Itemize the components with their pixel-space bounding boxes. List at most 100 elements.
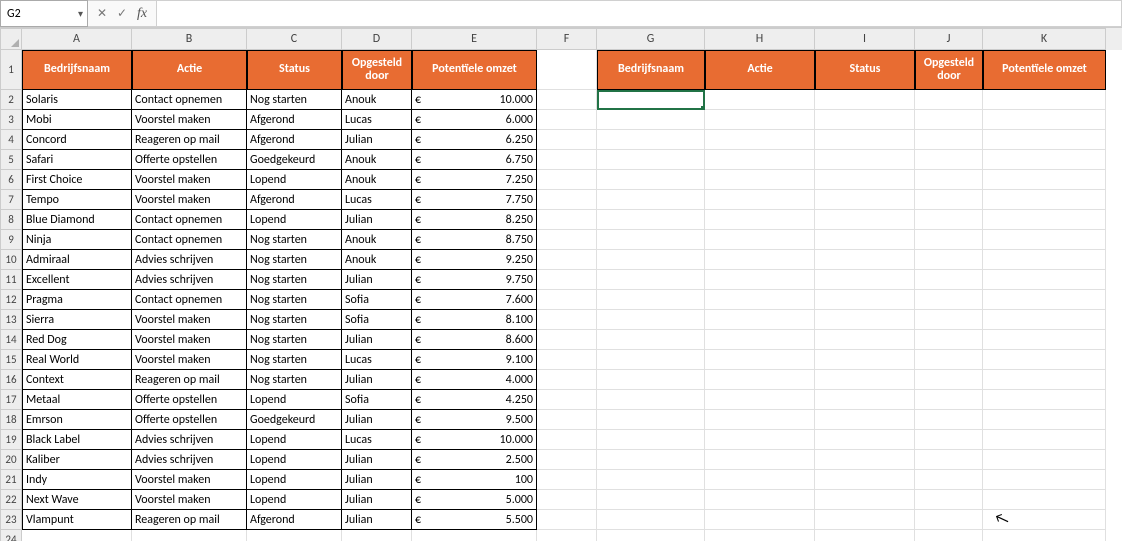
data-cell[interactable]: Nog starten: [247, 310, 342, 330]
column-header-K[interactable]: K: [983, 28, 1106, 50]
data-cell[interactable]: €4.250: [412, 390, 537, 410]
empty-cell[interactable]: [597, 190, 705, 210]
row-header-14[interactable]: 14: [0, 330, 22, 350]
empty-cell[interactable]: [705, 390, 815, 410]
empty-cell[interactable]: [537, 350, 597, 370]
empty-cell[interactable]: [537, 290, 597, 310]
data-cell[interactable]: Afgerond: [247, 130, 342, 150]
empty-cell[interactable]: [983, 230, 1106, 250]
empty-cell[interactable]: [537, 130, 597, 150]
data-cell[interactable]: Lucas: [342, 350, 412, 370]
empty-cell[interactable]: [537, 230, 597, 250]
empty-cell[interactable]: [597, 370, 705, 390]
empty-cell[interactable]: [597, 130, 705, 150]
column-header-F[interactable]: F: [537, 28, 597, 50]
empty-cell[interactable]: [815, 130, 915, 150]
data-cell[interactable]: €6.250: [412, 130, 537, 150]
empty-cell[interactable]: [815, 390, 915, 410]
data-cell[interactable]: Advies schrijven: [132, 270, 247, 290]
data-cell[interactable]: Voorstel maken: [132, 470, 247, 490]
empty-cell[interactable]: [537, 90, 597, 110]
empty-cell[interactable]: [983, 330, 1106, 350]
data-cell[interactable]: Solaris: [22, 90, 132, 110]
data-cell[interactable]: Voorstel maken: [132, 330, 247, 350]
empty-cell[interactable]: [705, 450, 815, 470]
empty-cell[interactable]: [537, 330, 597, 350]
empty-cell[interactable]: [597, 90, 705, 110]
table-header[interactable]: Actie: [705, 50, 815, 90]
empty-cell[interactable]: [537, 390, 597, 410]
column-header-G[interactable]: G: [597, 28, 705, 50]
data-cell[interactable]: Anouk: [342, 170, 412, 190]
column-header-B[interactable]: B: [132, 28, 247, 50]
data-cell[interactable]: €9.500: [412, 410, 537, 430]
empty-cell[interactable]: [915, 270, 983, 290]
data-cell[interactable]: Emrson: [22, 410, 132, 430]
data-cell[interactable]: Nog starten: [247, 250, 342, 270]
empty-cell[interactable]: [537, 530, 597, 541]
empty-cell[interactable]: [597, 290, 705, 310]
empty-cell[interactable]: [983, 170, 1106, 190]
row-header-16[interactable]: 16: [0, 370, 22, 390]
data-cell[interactable]: Afgerond: [247, 110, 342, 130]
data-cell[interactable]: €4.000: [412, 370, 537, 390]
empty-cell[interactable]: [815, 110, 915, 130]
empty-cell[interactable]: [705, 330, 815, 350]
data-cell[interactable]: Voorstel maken: [132, 350, 247, 370]
data-cell[interactable]: €6.750: [412, 150, 537, 170]
data-cell[interactable]: Anouk: [342, 250, 412, 270]
row-header-11[interactable]: 11: [0, 270, 22, 290]
row-header-22[interactable]: 22: [0, 490, 22, 510]
empty-cell[interactable]: [537, 190, 597, 210]
data-cell[interactable]: €10.000: [412, 90, 537, 110]
empty-cell[interactable]: [915, 190, 983, 210]
row-header-19[interactable]: 19: [0, 430, 22, 450]
empty-cell[interactable]: [915, 490, 983, 510]
data-cell[interactable]: Advies schrijven: [132, 450, 247, 470]
empty-cell[interactable]: [537, 150, 597, 170]
data-cell[interactable]: Excellent: [22, 270, 132, 290]
empty-cell[interactable]: [915, 250, 983, 270]
empty-cell[interactable]: [983, 110, 1106, 130]
data-cell[interactable]: Reageren op mail: [132, 510, 247, 530]
data-cell[interactable]: Mobi: [22, 110, 132, 130]
empty-cell[interactable]: [915, 170, 983, 190]
empty-cell[interactable]: [915, 150, 983, 170]
column-header-C[interactable]: C: [247, 28, 342, 50]
empty-cell[interactable]: [705, 410, 815, 430]
empty-cell[interactable]: [537, 490, 597, 510]
data-cell[interactable]: €5.500: [412, 510, 537, 530]
empty-cell[interactable]: [815, 430, 915, 450]
empty-cell[interactable]: [915, 230, 983, 250]
empty-cell[interactable]: [597, 330, 705, 350]
row-header-21[interactable]: 21: [0, 470, 22, 490]
column-header-H[interactable]: H: [705, 28, 815, 50]
data-cell[interactable]: Lucas: [342, 190, 412, 210]
row-header-4[interactable]: 4: [0, 130, 22, 150]
data-cell[interactable]: Lopend: [247, 470, 342, 490]
data-cell[interactable]: Julian: [342, 130, 412, 150]
table-header[interactable]: Opgesteld door: [342, 50, 412, 90]
empty-cell[interactable]: [342, 530, 412, 541]
table-header[interactable]: Potentïele omzet: [412, 50, 537, 90]
data-cell[interactable]: Contact opnemen: [132, 210, 247, 230]
data-cell[interactable]: Advies schrijven: [132, 250, 247, 270]
data-cell[interactable]: €8.600: [412, 330, 537, 350]
empty-cell[interactable]: [705, 430, 815, 450]
data-cell[interactable]: Voorstel maken: [132, 310, 247, 330]
empty-cell[interactable]: [22, 530, 132, 541]
data-cell[interactable]: Offerte opstellen: [132, 390, 247, 410]
empty-cell[interactable]: [983, 190, 1106, 210]
empty-cell[interactable]: [705, 190, 815, 210]
empty-cell[interactable]: [815, 490, 915, 510]
empty-cell[interactable]: [815, 270, 915, 290]
data-cell[interactable]: Voorstel maken: [132, 490, 247, 510]
data-cell[interactable]: Voorstel maken: [132, 190, 247, 210]
empty-cell[interactable]: [597, 490, 705, 510]
empty-cell[interactable]: [915, 290, 983, 310]
empty-cell[interactable]: [983, 250, 1106, 270]
empty-cell[interactable]: [537, 270, 597, 290]
empty-cell[interactable]: [915, 390, 983, 410]
empty-cell[interactable]: [815, 470, 915, 490]
data-cell[interactable]: €8.250: [412, 210, 537, 230]
